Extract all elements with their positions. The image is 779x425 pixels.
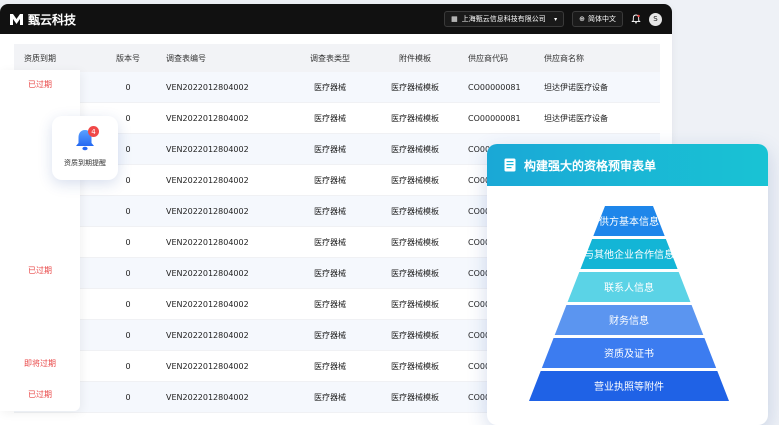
company-select[interactable]: ▦ 上海甄云信息科技有限公司 ▾ xyxy=(444,11,565,27)
chevron-down-icon: ▾ xyxy=(554,15,558,23)
qualification-status: 即将过期 xyxy=(24,359,56,368)
table-cell: 医疗器械模板 xyxy=(391,330,439,340)
table-cell: VEN2022012804002 xyxy=(166,206,249,216)
table-cell: 0 xyxy=(125,299,131,309)
user-avatar[interactable]: S xyxy=(649,12,662,26)
table-cell: 医疗器械 xyxy=(314,237,346,247)
header-cell[interactable]: 附件模板 xyxy=(372,53,458,64)
table-cell: 0 xyxy=(125,361,131,371)
table-cell: VEN2022012804002 xyxy=(166,175,249,185)
pyramid-level-label: 财务信息 xyxy=(609,314,649,327)
table-cell: 医疗器械模板 xyxy=(391,392,439,402)
prequalification-title: 构建强大的资格预审表单 xyxy=(524,158,657,173)
table-cell: 医疗器械 xyxy=(314,175,346,185)
table-cell: 医疗器械 xyxy=(314,206,346,216)
qualification-status: 已过期 xyxy=(28,266,52,275)
table-cell: VEN2022012804002 xyxy=(166,330,249,340)
qualification-reminder-card[interactable]: 4 资质到期提醒 xyxy=(52,116,118,180)
brand-logo[interactable]: 甄云科技 xyxy=(10,11,76,28)
pyramid-level-label: 供方基本信息 xyxy=(599,215,659,228)
table-cell: 医疗器械模板 xyxy=(391,268,439,278)
top-bar: 甄云科技 ▦ 上海甄云信息科技有限公司 ▾ ⊕ 简体中文 S xyxy=(0,4,672,34)
pyramid-level-label: 资质及证书 xyxy=(604,348,654,360)
table-cell: CO00000081 xyxy=(468,113,521,123)
table-cell: VEN2022012804002 xyxy=(166,237,249,247)
table-cell: VEN2022012804002 xyxy=(166,361,249,371)
table-cell: 0 xyxy=(125,330,131,340)
table-cell: 医疗器械 xyxy=(314,361,346,371)
pyramid-level-label: 与其他企业合作信息 xyxy=(584,248,674,261)
table-cell: 0 xyxy=(125,206,131,216)
reminder-label: 资质到期提醒 xyxy=(64,159,106,167)
pyramid-level-label: 联系人信息 xyxy=(604,281,654,294)
table-cell: 0 xyxy=(125,392,131,402)
table-row[interactable]: 0 VEN2022012804002 医疗器械 医疗器械模板 CO00000081 坦达伊… xyxy=(14,72,660,103)
table-cell: 0 xyxy=(125,268,131,278)
table-cell: 医疗器械模板 xyxy=(391,206,439,216)
table-cell: 医疗器械 xyxy=(314,330,346,340)
table-cell: VEN2022012804002 xyxy=(166,268,249,278)
table-cell: CO00000081 xyxy=(468,82,521,92)
table-cell: 医疗器械模板 xyxy=(391,175,439,185)
table-cell: 医疗器械 xyxy=(314,268,346,278)
table-cell: 坦达伊诺医疗设备 xyxy=(544,113,608,123)
table-cell: VEN2022012804002 xyxy=(166,392,249,402)
pyramid-diagram: 供方基本信息与其他企业合作信息联系人信息财务信息资质及证书营业执照等附件 xyxy=(529,206,729,401)
table-cell: VEN2022012804002 xyxy=(166,82,249,92)
prequalification-header: 构建强大的资格预审表单 xyxy=(487,144,768,186)
prequalification-card: 构建强大的资格预审表单 供方基本信息与其他企业合作信息 联系人信息财务信息资质及证… xyxy=(487,144,768,425)
table-cell: VEN2022012804002 xyxy=(166,113,249,123)
table-header: 资质到期 版本号 调查表编号 调查表类型 附件模板 供应商代码 供应商名称 xyxy=(14,44,660,72)
table-cell: 医疗器械 xyxy=(314,82,346,92)
table-cell: 医疗器械模板 xyxy=(391,113,439,123)
header-cell[interactable]: 调查表编号 xyxy=(166,53,288,64)
building-icon: ▦ xyxy=(451,15,458,23)
table-cell: 医疗器械模板 xyxy=(391,361,439,371)
header-cell[interactable]: 调查表类型 xyxy=(288,53,372,64)
table-cell: 0 xyxy=(125,82,131,92)
table-cell: VEN2022012804002 xyxy=(166,144,249,154)
table-cell: VEN2022012804002 xyxy=(166,299,249,309)
notification-bell-icon[interactable] xyxy=(631,14,641,24)
header-cell[interactable]: 供应商代码 xyxy=(458,53,536,64)
brand-name: 甄云科技 xyxy=(28,12,77,27)
pyramid-level-label: 营业执照等附件 xyxy=(594,380,664,393)
table-cell: 医疗器械模板 xyxy=(391,299,439,309)
globe-icon: ⊕ xyxy=(579,15,585,23)
header-cell[interactable]: 资质到期 xyxy=(14,53,90,64)
table-cell: 医疗器械 xyxy=(314,392,346,402)
table-cell: 医疗器械 xyxy=(314,113,346,123)
table-cell: 0 xyxy=(125,237,131,247)
qualification-status: 已过期 xyxy=(28,390,52,399)
table-cell: 坦达伊诺医疗设备 xyxy=(544,82,608,92)
reminder-badge: 4 xyxy=(88,126,99,137)
language-select[interactable]: ⊕ 简体中文 xyxy=(572,11,623,27)
logo-icon xyxy=(10,13,23,25)
language-label: 简体中文 xyxy=(588,15,616,23)
header-cell[interactable]: 版本号 xyxy=(90,53,166,64)
table-cell: 医疗器械 xyxy=(314,299,346,309)
document-icon xyxy=(504,158,516,172)
header-cell[interactable]: 供应商名称 xyxy=(536,53,660,64)
qualification-status: 已过期 xyxy=(28,80,52,89)
table-cell: 医疗器械模板 xyxy=(391,237,439,247)
table-cell: 医疗器械 xyxy=(314,144,346,154)
company-name: 上海甄云信息科技有限公司 xyxy=(461,15,546,23)
table-cell: 医疗器械模板 xyxy=(391,144,439,154)
table-cell: 医疗器械模板 xyxy=(391,82,439,92)
